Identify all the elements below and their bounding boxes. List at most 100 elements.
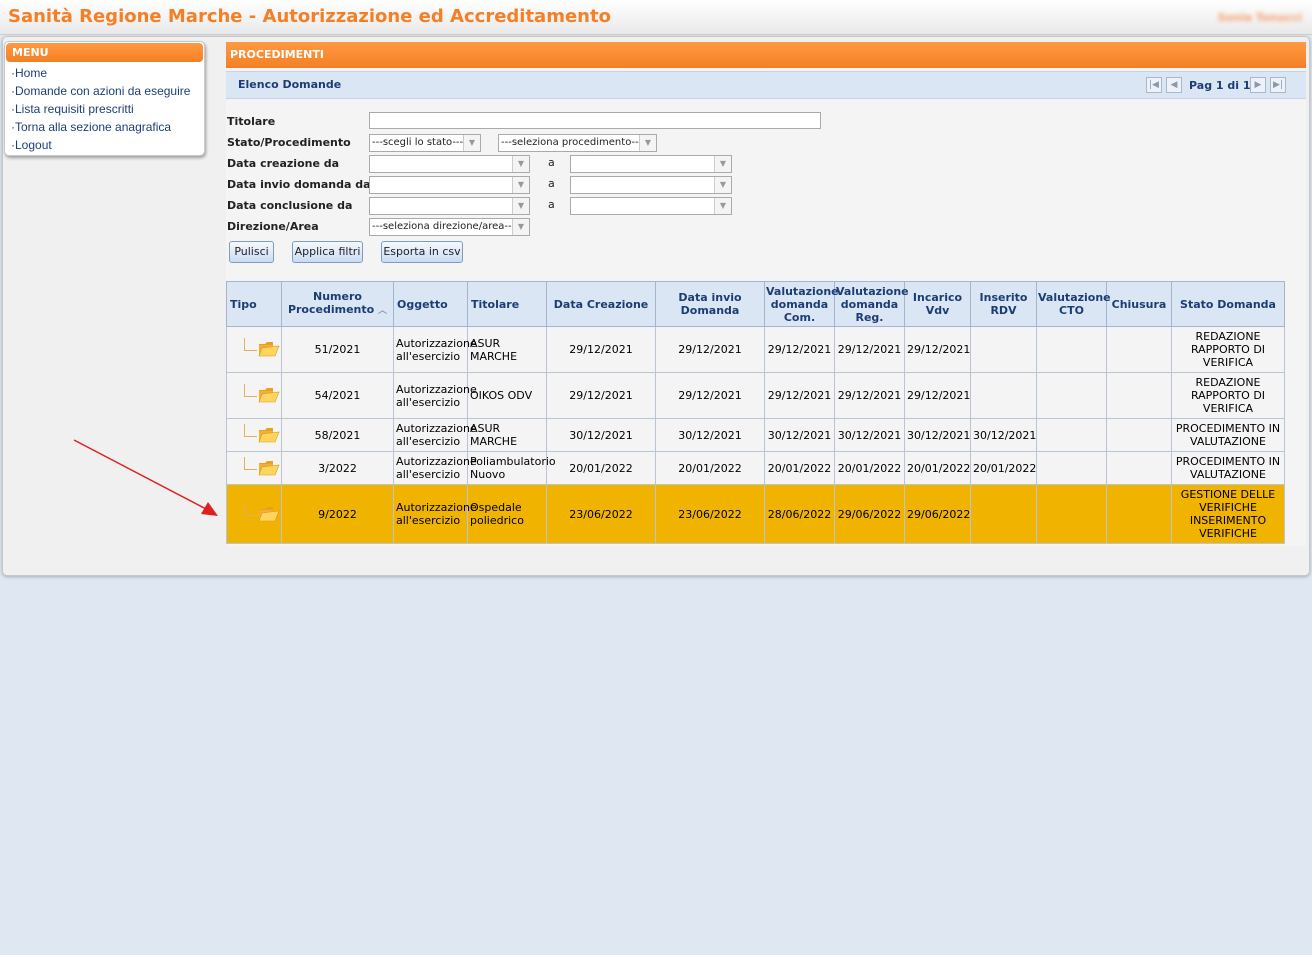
last-page-icon[interactable]: ▶| xyxy=(1270,77,1286,93)
annotation-arrow-line xyxy=(73,439,209,511)
menu-item-domande-azioni[interactable]: ·Domande con azioni da eseguire xyxy=(5,82,204,100)
cell-oggetto: Autorizzazione all'esercizio xyxy=(393,418,477,452)
sort-asc-icon: ︿ xyxy=(378,306,388,316)
col-inserito[interactable]: Inserito RDV xyxy=(970,281,1037,327)
cell-numero[interactable]: 51/2021 xyxy=(281,326,394,373)
chevron-down-icon: ▼ xyxy=(463,135,480,151)
cell-incarico: 29/12/2021 xyxy=(904,326,971,373)
col-val-reg[interactable]: Valutazione domanda Reg. xyxy=(834,281,909,327)
cell-val-com: 30/12/2021 xyxy=(764,418,835,452)
range-a-label: a xyxy=(548,177,555,190)
stato-select-value: ---scegli lo stato--- xyxy=(372,137,464,148)
stato-label: Stato/Procedimento xyxy=(227,136,351,149)
annotation-arrow-icon xyxy=(73,439,218,516)
cell-tipo[interactable] xyxy=(226,484,282,544)
cell-val-cto xyxy=(1036,326,1107,373)
chevron-down-icon: ▼ xyxy=(714,198,731,214)
data-invio-da-field[interactable]: ▼ xyxy=(369,176,530,194)
folder-icon[interactable] xyxy=(258,340,280,358)
table-row[interactable]: 9/2022 Autorizzazione all'esercizio Ospeda… xyxy=(226,484,1285,544)
cell-val-reg: 20/01/2022 xyxy=(834,451,905,485)
folder-icon[interactable] xyxy=(258,459,280,477)
cell-val-cto xyxy=(1036,372,1107,419)
tree-connector xyxy=(234,382,280,406)
table-row[interactable]: 3/2022 Autorizzazione all'esercizio Poliam… xyxy=(226,451,1285,485)
cell-numero[interactable]: 54/2021 xyxy=(281,372,394,419)
cell-data-creazione: 20/01/2022 xyxy=(546,451,656,485)
table-row[interactable]: 54/2021 Autorizzazione all'esercizio OIKOS… xyxy=(226,372,1285,419)
cell-chiusura xyxy=(1106,484,1172,544)
folder-icon[interactable] xyxy=(258,505,280,523)
menu-item-torna-anagrafica[interactable]: ·Torna alla sezione anagrafica xyxy=(5,118,204,136)
cell-titolare: ASUR MARCHE xyxy=(467,326,547,373)
titolare-input[interactable] xyxy=(369,112,821,129)
cell-incarico: 30/12/2021 xyxy=(904,418,971,452)
data-conclusione-da-field[interactable]: ▼ xyxy=(369,197,530,215)
table-header-row: Tipo Numero Procedimento ︿ Oggetto Titol… xyxy=(226,281,1285,327)
cell-oggetto: Autorizzazione all'esercizio xyxy=(393,326,477,373)
cell-incarico: 20/01/2022 xyxy=(904,451,971,485)
chevron-down-icon: ▼ xyxy=(512,198,529,214)
cell-titolare: Poliambulatorio Nuovo xyxy=(467,451,556,485)
cell-tipo[interactable] xyxy=(226,326,282,373)
cell-val-com: 20/01/2022 xyxy=(764,451,835,485)
data-creazione-a-field[interactable]: ▼ xyxy=(570,155,732,173)
menu-item-lista-requisiti[interactable]: ·Lista requisiti prescritti xyxy=(5,100,204,118)
col-val-cto[interactable]: Valutazione CTO xyxy=(1036,281,1111,327)
col-data-creazione[interactable]: Data Creazione xyxy=(546,281,656,327)
col-oggetto[interactable]: Oggetto xyxy=(393,281,468,327)
prev-page-icon[interactable]: ◀ xyxy=(1166,77,1182,93)
first-page-icon[interactable]: |◀ xyxy=(1146,77,1162,93)
stato-select[interactable]: ---scegli lo stato--- ▼ xyxy=(369,134,481,152)
col-incarico[interactable]: Incarico Vdv xyxy=(904,281,971,327)
data-conclusione-a-field[interactable]: ▼ xyxy=(570,197,732,215)
esporta-csv-button[interactable]: Esporta in csv xyxy=(381,241,463,263)
cell-tipo[interactable] xyxy=(226,372,282,419)
cell-chiusura xyxy=(1106,326,1172,373)
cell-data-creazione: 23/06/2022 xyxy=(546,484,656,544)
procedimento-select[interactable]: ---seleziona procedimento--- ▼ xyxy=(498,134,657,152)
app-title: Sanità Regione Marche - Autorizzazione e… xyxy=(8,6,611,27)
direzione-select-value: ---seleziona direzione/area--- xyxy=(372,221,516,232)
folder-icon[interactable] xyxy=(258,386,280,404)
col-titolare[interactable]: Titolare xyxy=(467,281,547,327)
side-menu: MENU ·Home ·Domande con azioni da esegui… xyxy=(4,41,205,156)
data-invio-a-field[interactable]: ▼ xyxy=(570,176,732,194)
list-title: Elenco Domande xyxy=(238,78,342,91)
cell-numero[interactable]: 9/2022 xyxy=(281,484,394,544)
chevron-down-icon: ▼ xyxy=(714,177,731,193)
chevron-down-icon: ▼ xyxy=(512,219,529,235)
range-a-label: a xyxy=(548,156,555,169)
cell-inserito: 30/12/2021 xyxy=(970,418,1037,452)
cell-stato: PROCEDIMENTO IN VALUTAZIONE xyxy=(1171,451,1285,485)
applica-filtri-button[interactable]: Applica filtri xyxy=(292,241,363,263)
user-name: Sonia Tonucci xyxy=(1217,11,1302,24)
chevron-down-icon: ▼ xyxy=(512,156,529,172)
cell-tipo[interactable] xyxy=(226,451,282,485)
col-tipo[interactable]: Tipo xyxy=(226,281,282,327)
cell-stato: PROCEDIMENTO IN VALUTAZIONE xyxy=(1171,418,1285,452)
cell-incarico: 29/06/2022 xyxy=(904,484,971,544)
data-conclusione-label: Data conclusione da xyxy=(227,199,353,212)
col-data-invio[interactable]: Data invio Domanda xyxy=(655,281,765,327)
col-stato[interactable]: Stato Domanda xyxy=(1171,281,1285,327)
cell-data-creazione: 29/12/2021 xyxy=(546,326,656,373)
cell-tipo[interactable] xyxy=(226,418,282,452)
data-creazione-da-field[interactable]: ▼ xyxy=(369,155,530,173)
direzione-select[interactable]: ---seleziona direzione/area--- ▼ xyxy=(369,218,530,236)
col-numero[interactable]: Numero Procedimento ︿ xyxy=(281,281,394,327)
cell-numero[interactable]: 3/2022 xyxy=(281,451,394,485)
cell-chiusura xyxy=(1106,451,1172,485)
menu-item-home[interactable]: ·Home xyxy=(5,64,204,82)
pulisci-button[interactable]: Pulisci xyxy=(229,241,274,263)
cell-val-com: 29/12/2021 xyxy=(764,372,835,419)
cell-oggetto: Autorizzazione all'esercizio xyxy=(393,484,477,544)
col-chiusura[interactable]: Chiusura xyxy=(1106,281,1172,327)
cell-numero[interactable]: 58/2021 xyxy=(281,418,394,452)
next-page-icon[interactable]: ▶ xyxy=(1250,77,1266,93)
menu-item-logout[interactable]: ·Logout xyxy=(5,136,204,154)
folder-icon[interactable] xyxy=(258,426,280,444)
table-row[interactable]: 58/2021 Autorizzazione all'esercizio ASUR … xyxy=(226,418,1285,452)
col-val-com[interactable]: Valutazione domanda Com. xyxy=(764,281,839,327)
table-row[interactable]: 51/2021 Autorizzazione all'esercizio ASUR … xyxy=(226,326,1285,373)
